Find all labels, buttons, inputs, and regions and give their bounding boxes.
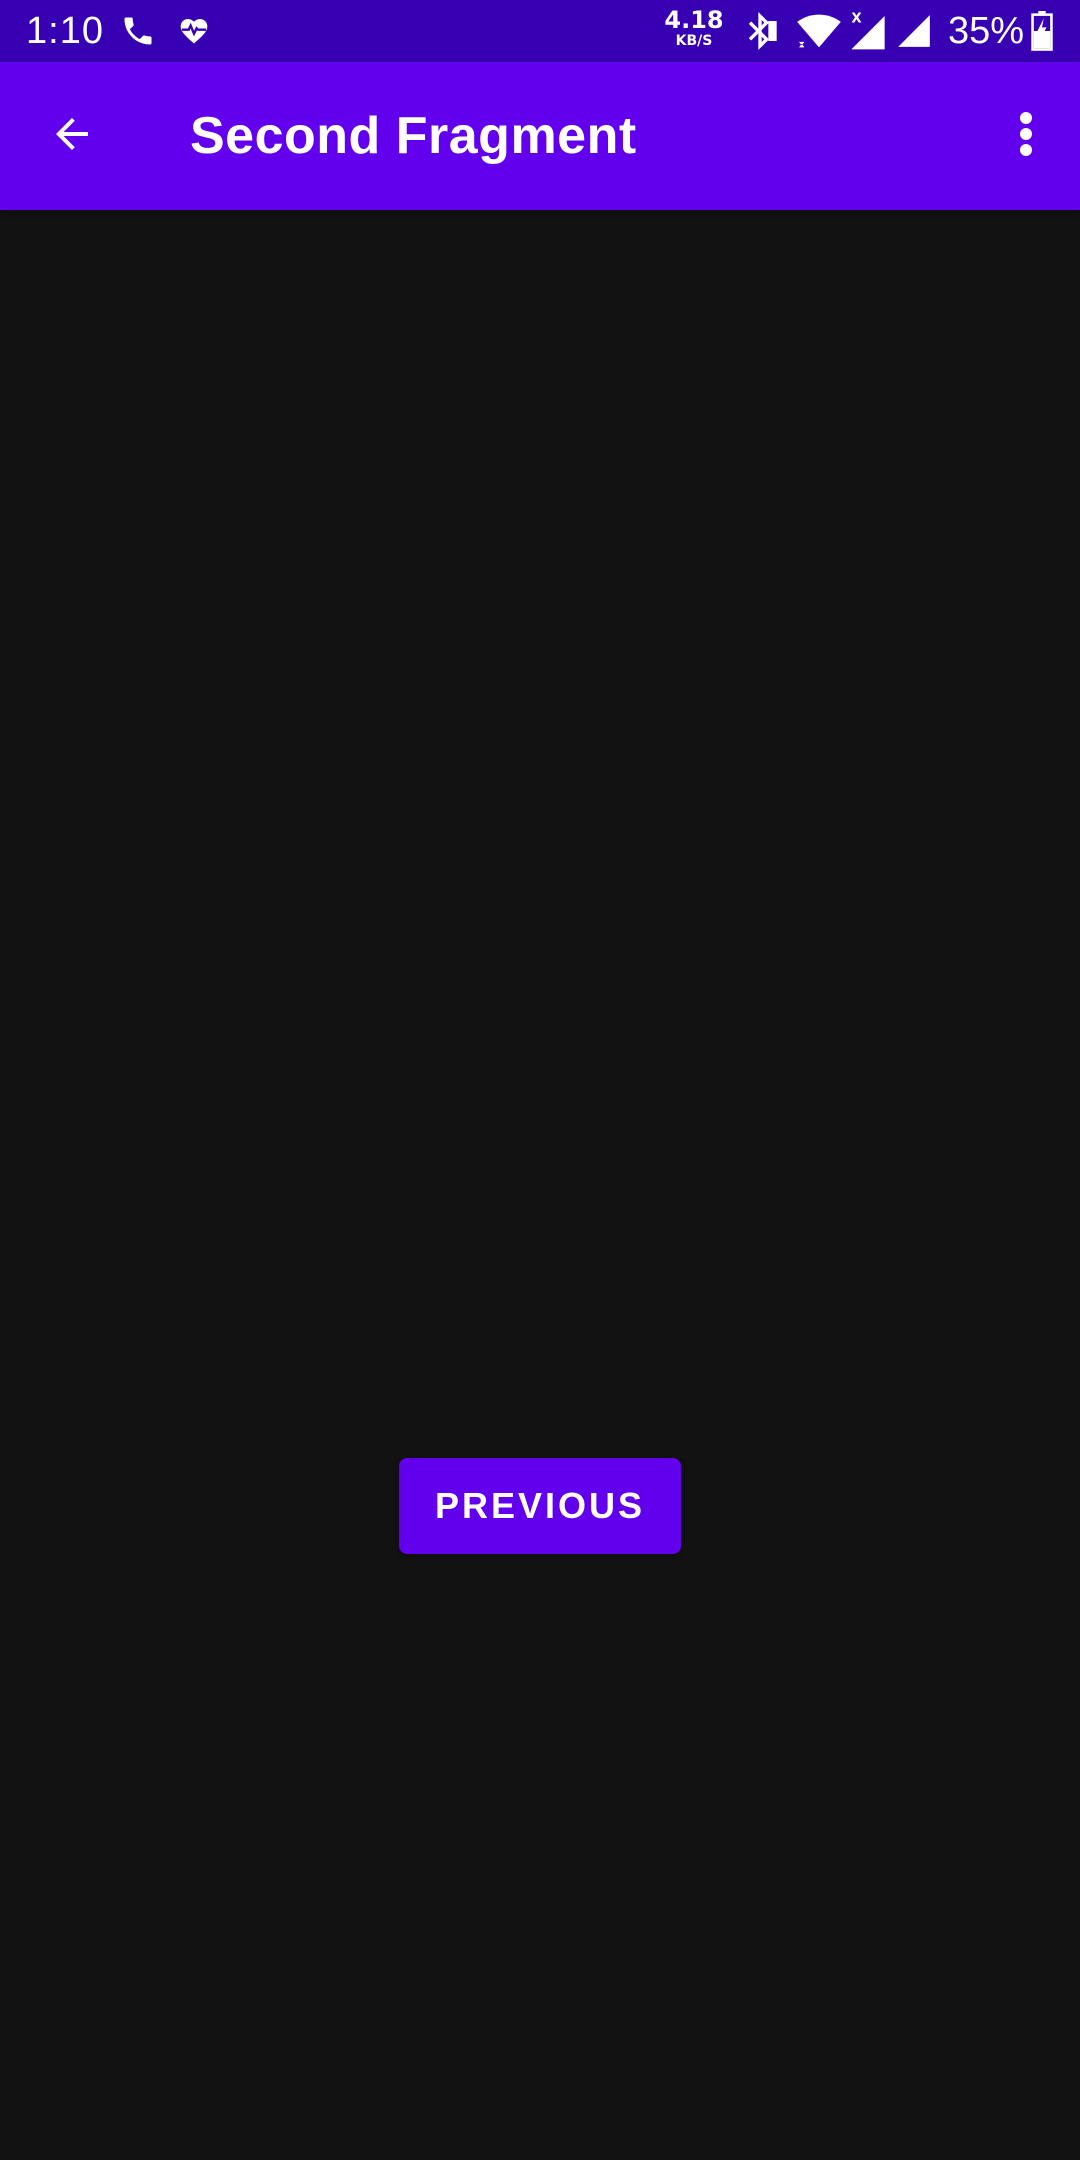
battery-percent: 35%: [948, 10, 1025, 52]
status-time: 1:10: [26, 10, 104, 52]
net-speed-unit: KB/S: [675, 33, 713, 49]
health-heart-icon: [174, 0, 214, 62]
bluetooth-icon: [738, 0, 782, 62]
more-vert-icon: [1018, 110, 1034, 163]
fragment-content: PREVIOUS: [0, 210, 1080, 2160]
status-bar: 1:10 4.18 KB/S X 35%: [0, 0, 1080, 62]
svg-text:X: X: [851, 12, 862, 27]
previous-button[interactable]: PREVIOUS: [399, 1458, 681, 1554]
net-speed-value: 4.18: [664, 6, 724, 34]
back-button[interactable]: [30, 94, 114, 178]
screen: 1:10 4.18 KB/S X 35% Second Fragment PRE…: [0, 0, 1080, 2160]
signal-icon: X: [848, 0, 888, 62]
net-speed-indicator: 4.18 KB/S: [664, 8, 724, 48]
signal-icon-2: [894, 0, 934, 62]
app-bar-title: Second Fragment: [190, 107, 637, 165]
app-bar: Second Fragment: [0, 62, 1080, 210]
wifi-icon: [794, 0, 844, 62]
battery-charging-icon: [1030, 0, 1054, 62]
overflow-menu-button[interactable]: [996, 94, 1056, 178]
phone-icon: [118, 0, 158, 62]
arrow-back-icon: [48, 110, 96, 163]
